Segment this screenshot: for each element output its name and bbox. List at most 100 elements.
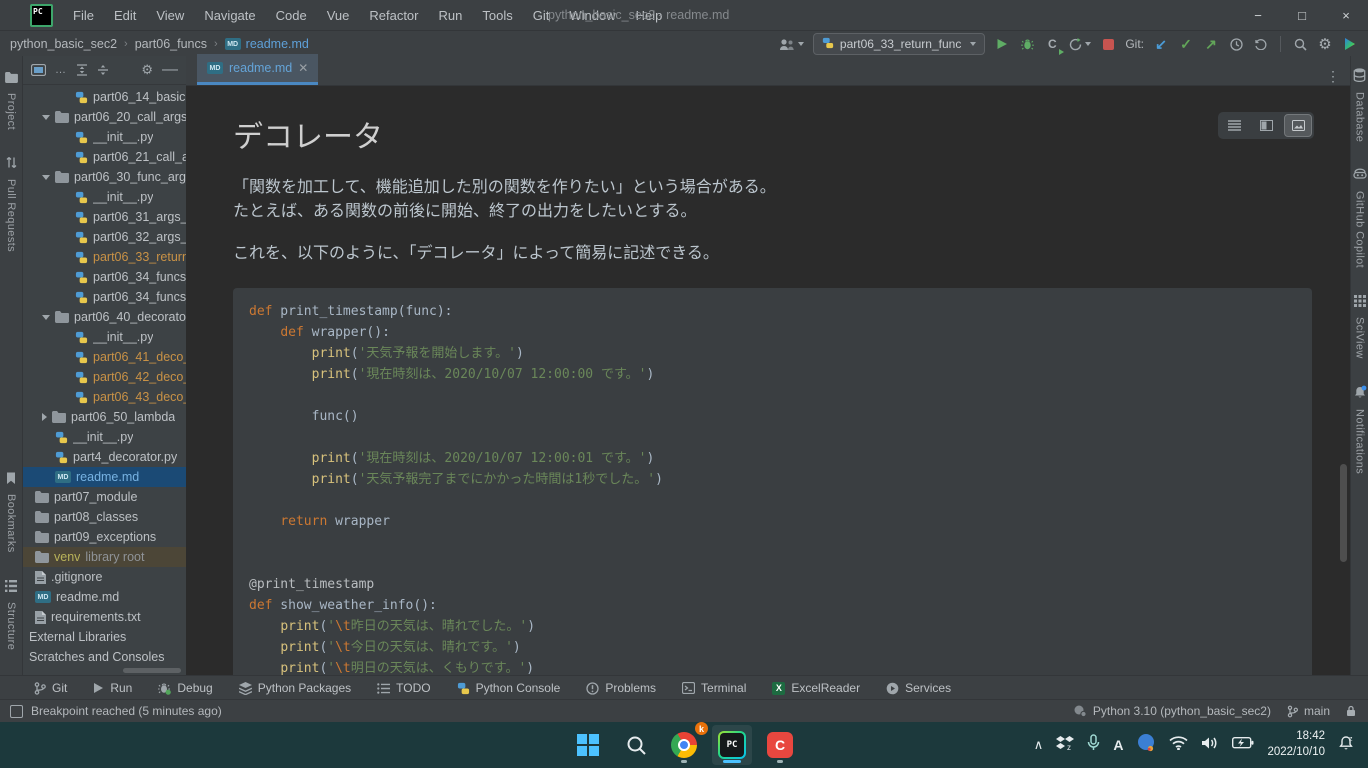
- profile-button[interactable]: C: [1044, 34, 1060, 54]
- expand-all-icon[interactable]: [76, 64, 88, 76]
- stripe-button-notifications[interactable]: Notifications: [1353, 385, 1367, 474]
- breadcrumb-item[interactable]: part06_funcs: [135, 37, 207, 51]
- plugin-gradient-icon[interactable]: [1342, 34, 1358, 54]
- run-button[interactable]: [994, 34, 1010, 54]
- toolwindow-python-console[interactable]: Python Console: [457, 681, 561, 695]
- maximize-button[interactable]: □: [1280, 0, 1324, 30]
- toolwindow-services[interactable]: Services: [886, 681, 951, 695]
- chrome-taskbar-icon[interactable]: k: [664, 725, 704, 765]
- toolwindow-problems[interactable]: Problems: [586, 681, 656, 695]
- camtasia-taskbar-icon[interactable]: C: [760, 725, 800, 765]
- menu-file[interactable]: File: [65, 5, 102, 26]
- toolwindow-python-packages[interactable]: Python Packages: [239, 681, 351, 695]
- tree-item[interactable]: __init__.py: [23, 187, 186, 207]
- stripe-button-database[interactable]: Database: [1353, 68, 1366, 142]
- stripe-button-pull-requests[interactable]: Pull Requests: [5, 156, 17, 252]
- tree-item[interactable]: venv library root: [23, 547, 186, 567]
- chevron-down-icon[interactable]: [42, 115, 50, 120]
- tab-options-icon[interactable]: ⋮: [1316, 68, 1350, 85]
- toolwindow-excelreader[interactable]: XExcelReader: [772, 681, 860, 695]
- collapse-all-icon[interactable]: [97, 64, 109, 76]
- tree-item[interactable]: part06_21_call_args_: [23, 147, 186, 167]
- toolwindow-todo[interactable]: TODO: [377, 681, 430, 695]
- drive-sphere-icon[interactable]: [1136, 733, 1156, 758]
- git-commit-icon[interactable]: ✓: [1178, 34, 1194, 54]
- search-icon[interactable]: [1292, 34, 1308, 54]
- stripe-button-project[interactable]: Project: [5, 70, 18, 130]
- tree-item[interactable]: MDreadme.md: [23, 467, 186, 487]
- volume-icon[interactable]: [1201, 736, 1219, 755]
- toolwindow-terminal[interactable]: Terminal: [682, 681, 746, 695]
- tab-close-icon[interactable]: ✕: [298, 61, 308, 75]
- close-button[interactable]: ×: [1324, 0, 1368, 30]
- microphone-icon[interactable]: [1087, 734, 1100, 756]
- dropbox-paused-icon[interactable]: z: [1056, 735, 1074, 756]
- stripe-button-github-copilot[interactable]: GitHub Copilot: [1353, 168, 1367, 268]
- tree-item[interactable]: __init__.py: [23, 127, 186, 147]
- wifi-icon[interactable]: [1169, 736, 1188, 755]
- rollback-icon[interactable]: [1253, 34, 1269, 54]
- taskbar-search-button[interactable]: [616, 725, 656, 765]
- minimize-button[interactable]: −: [1236, 0, 1280, 30]
- status-window-icon[interactable]: [10, 705, 23, 718]
- tree-item[interactable]: part07_module: [23, 487, 186, 507]
- battery-icon[interactable]: [1232, 736, 1254, 754]
- preview-only-button[interactable]: [1284, 114, 1312, 137]
- split-view-button[interactable]: [1252, 114, 1280, 137]
- stripe-button-bookmarks[interactable]: Bookmarks: [5, 471, 17, 553]
- git-update-icon[interactable]: ↙: [1153, 34, 1169, 54]
- tree-item[interactable]: part06_34_funcs_in_: [23, 267, 186, 287]
- debug-button[interactable]: [1019, 34, 1035, 54]
- toolwindow-run[interactable]: Run: [93, 681, 132, 695]
- tree-item[interactable]: Scratches and Consoles: [23, 647, 186, 667]
- tree-item[interactable]: part06_43_deco_dem: [23, 387, 186, 407]
- tree-item[interactable]: .gitignore: [23, 567, 186, 587]
- tab-readme[interactable]: MD readme.md ✕: [197, 54, 318, 85]
- tree-item[interactable]: part06_34_funcs_in_: [23, 287, 186, 307]
- tray-overflow-chevron-icon[interactable]: ∧: [1034, 737, 1044, 753]
- history-icon[interactable]: [1228, 34, 1244, 54]
- chevron-down-icon[interactable]: [42, 315, 50, 320]
- menu-edit[interactable]: Edit: [106, 5, 144, 26]
- tree-item[interactable]: part06_40_decorator: [23, 307, 186, 327]
- lock-icon[interactable]: [1346, 705, 1356, 717]
- code-with-me-users-icon[interactable]: [779, 34, 804, 54]
- panel-settings-gear-icon[interactable]: ⚙: [141, 62, 153, 78]
- menu-view[interactable]: View: [148, 5, 192, 26]
- tree-item[interactable]: part06_42_deco_dem: [23, 367, 186, 387]
- coverage-button[interactable]: [1069, 34, 1091, 54]
- stripe-button-sciview[interactable]: SciView: [1354, 294, 1366, 359]
- tree-item[interactable]: __init__.py: [23, 327, 186, 347]
- stripe-button-structure[interactable]: Structure: [5, 579, 17, 650]
- hide-panel-icon[interactable]: —: [162, 61, 178, 79]
- run-configuration-select[interactable]: part06_33_return_func: [813, 33, 985, 55]
- ime-mode-indicator[interactable]: A: [1113, 737, 1123, 753]
- taskbar-clock[interactable]: 18:42 2022/10/10: [1267, 729, 1325, 760]
- tree-item[interactable]: part06_31_args_are_t: [23, 207, 186, 227]
- interpreter-widget[interactable]: Python 3.10 (python_basic_sec2): [1073, 704, 1271, 718]
- tree-horizontal-scrollbar[interactable]: [123, 668, 181, 673]
- editor-only-button[interactable]: [1220, 114, 1248, 137]
- tree-item[interactable]: __init__.py: [23, 427, 186, 447]
- tree-item[interactable]: MDreadme.md: [23, 587, 186, 607]
- tree-item[interactable]: part4_decorator.py: [23, 447, 186, 467]
- menu-code[interactable]: Code: [268, 5, 315, 26]
- tree-item[interactable]: part06_30_func_args_an: [23, 167, 186, 187]
- git-branch-widget[interactable]: main: [1287, 704, 1330, 718]
- tree-item[interactable]: part06_14_basic.py: [23, 87, 186, 107]
- menu-refactor[interactable]: Refactor: [361, 5, 426, 26]
- tree-item[interactable]: part06_50_lambda: [23, 407, 186, 427]
- tree-item[interactable]: External Libraries: [23, 627, 186, 647]
- menu-run[interactable]: Run: [431, 5, 471, 26]
- stop-button[interactable]: [1100, 34, 1116, 54]
- menu-vue[interactable]: Vue: [319, 5, 358, 26]
- tree-item[interactable]: part06_32_args_are_t: [23, 227, 186, 247]
- toolwindow-git[interactable]: Git: [34, 681, 67, 695]
- breadcrumb-file[interactable]: MDreadme.md: [225, 37, 309, 51]
- git-push-icon[interactable]: ↗: [1203, 34, 1219, 54]
- notification-bell-icon[interactable]: z: [1338, 735, 1354, 756]
- settings-gear-icon[interactable]: ⚙: [1317, 34, 1333, 54]
- breadcrumb-item[interactable]: python_basic_sec2: [10, 37, 117, 51]
- menu-tools[interactable]: Tools: [474, 5, 520, 26]
- chevron-right-icon[interactable]: [42, 413, 47, 421]
